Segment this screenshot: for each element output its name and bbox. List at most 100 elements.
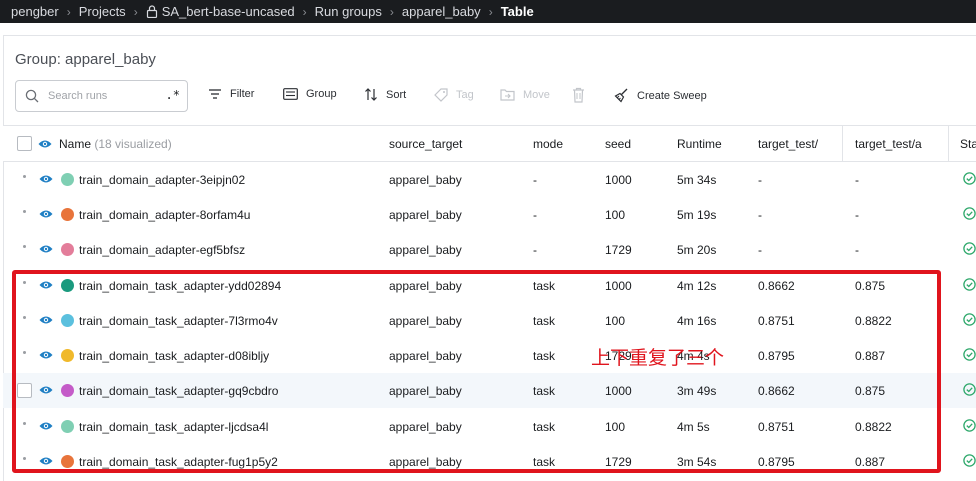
column-header-state[interactable]: Sta — [960, 137, 976, 151]
row-drag-handle[interactable] — [23, 245, 26, 248]
page-title: Group: apparel_baby — [15, 51, 156, 68]
table-row[interactable]: train_domain_task_adapter-fug1p5y2 appare… — [3, 444, 976, 479]
eye-icon[interactable] — [39, 385, 53, 395]
column-header-runtime[interactable]: Runtime — [677, 137, 722, 151]
finished-status-icon — [963, 278, 976, 291]
sort-button[interactable]: Sort — [364, 88, 406, 101]
run-color-dot[interactable] — [61, 349, 74, 362]
search-input[interactable] — [48, 90, 158, 102]
eye-icon[interactable] — [39, 209, 53, 219]
run-name-link[interactable]: train_domain_task_adapter-ljcdsa4l — [79, 420, 268, 434]
column-header-name[interactable]: Name (18 visualized) — [59, 137, 172, 151]
row-drag-handle[interactable] — [23, 351, 26, 354]
finished-status-icon — [963, 348, 976, 361]
tag-button[interactable]: Tag — [434, 88, 474, 102]
column-header-mode[interactable]: mode — [533, 137, 563, 151]
filter-button[interactable]: Filter — [208, 88, 254, 100]
table-row[interactable]: train_domain_adapter-egf5bfsz apparel_bab… — [3, 232, 976, 267]
cell-target-test-2: 0.875 — [855, 279, 886, 293]
table-row[interactable]: train_domain_task_adapter-d08ibljy appare… — [3, 338, 976, 373]
eye-icon[interactable] — [38, 139, 52, 149]
column-header-target-test-2[interactable]: target_test/a — [855, 137, 922, 151]
create-sweep-button[interactable]: Create Sweep — [614, 88, 707, 103]
move-label: Move — [523, 88, 550, 101]
run-color-dot[interactable] — [61, 279, 74, 292]
row-checkbox[interactable] — [17, 383, 32, 398]
column-divider[interactable] — [948, 126, 949, 162]
breadcrumb-project[interactable]: SA_bert-base-uncased — [162, 4, 295, 19]
finished-status-icon — [963, 419, 976, 432]
cell-target-test-1: - — [758, 173, 762, 187]
cell-mode: task — [533, 349, 556, 363]
run-color-dot[interactable] — [61, 173, 74, 186]
table-row[interactable]: train_domain_adapter-3eipjn02 apparel_bab… — [3, 162, 976, 197]
run-color-dot[interactable] — [61, 384, 74, 397]
eye-icon[interactable] — [39, 350, 53, 360]
run-name-link[interactable]: train_domain_task_adapter-7l3rmo4v — [79, 314, 278, 328]
cell-source-target: apparel_baby — [389, 243, 462, 257]
run-name-link[interactable]: train_domain_task_adapter-fug1p5y2 — [79, 455, 278, 469]
trash-icon — [573, 87, 584, 103]
run-name-link[interactable]: train_domain_adapter-egf5bfsz — [79, 243, 245, 257]
cell-target-test-1: 0.8751 — [758, 314, 795, 328]
column-header-seed[interactable]: seed — [605, 137, 631, 151]
row-drag-handle[interactable] — [23, 457, 26, 460]
table-row[interactable]: train_domain_task_adapter-ydd02894 appare… — [3, 268, 976, 303]
row-drag-handle[interactable] — [23, 175, 26, 178]
eye-icon[interactable] — [39, 244, 53, 254]
run-name-link[interactable]: train_domain_task_adapter-ydd02894 — [79, 279, 281, 293]
run-color-dot[interactable] — [61, 208, 74, 221]
filter-icon — [209, 89, 221, 99]
run-color-dot[interactable] — [61, 420, 74, 433]
regex-label: .* — [165, 88, 180, 102]
eye-icon[interactable] — [39, 174, 53, 184]
column-header-target-test-1[interactable]: target_test/ — [758, 137, 818, 151]
cell-mode: task — [533, 384, 556, 398]
move-button[interactable]: Move — [500, 88, 550, 101]
run-color-dot[interactable] — [61, 455, 74, 468]
table-row[interactable]: train_domain_task_adapter-gq9cbdro appare… — [3, 373, 976, 408]
search-box[interactable]: .* — [15, 80, 188, 112]
row-drag-handle[interactable] — [23, 281, 26, 284]
cell-source-target: apparel_baby — [389, 314, 462, 328]
group-button[interactable]: Group — [283, 88, 337, 100]
eye-icon[interactable] — [39, 315, 53, 325]
breadcrumb-projects[interactable]: Projects — [79, 4, 126, 19]
table-row[interactable]: train_domain_task_adapter-7l3rmo4v appare… — [3, 303, 976, 338]
cell-mode: task — [533, 279, 556, 293]
run-color-dot[interactable] — [61, 314, 74, 327]
table-row[interactable]: train_domain_task_adapter-ljcdsa4l appare… — [3, 409, 976, 444]
run-name-link[interactable]: train_domain_adapter-3eipjn02 — [79, 173, 245, 187]
cell-target-test-1: 0.8751 — [758, 420, 795, 434]
cell-target-test-2: 0.887 — [855, 455, 886, 469]
sort-icon — [365, 88, 377, 101]
eye-icon[interactable] — [39, 280, 53, 290]
run-color-dot[interactable] — [61, 243, 74, 256]
cell-source-target: apparel_baby — [389, 384, 462, 398]
select-all-checkbox[interactable] — [17, 136, 32, 151]
breadcrumb-current-view: Table — [500, 4, 534, 19]
cell-runtime: 4m 12s — [677, 279, 717, 293]
delete-button[interactable] — [572, 87, 593, 103]
group-label: Group — [306, 88, 337, 100]
eye-icon[interactable] — [39, 421, 53, 431]
row-drag-handle[interactable] — [23, 210, 26, 213]
run-name-link[interactable]: train_domain_adapter-8orfam4u — [79, 208, 250, 222]
finished-status-icon — [963, 383, 976, 396]
eye-icon[interactable] — [39, 456, 53, 466]
breadcrumb-run-groups[interactable]: Run groups — [315, 4, 382, 19]
cell-seed: 1729 — [605, 455, 632, 469]
regex-toggle[interactable]: .* — [166, 88, 180, 102]
cell-runtime: 5m 19s — [677, 208, 717, 222]
table-row[interactable]: train_domain_adapter-8orfam4u apparel_bab… — [3, 197, 976, 232]
breadcrumb-group[interactable]: apparel_baby — [402, 4, 481, 19]
row-drag-handle[interactable] — [23, 316, 26, 319]
run-name-link[interactable]: train_domain_task_adapter-d08ibljy — [79, 349, 269, 363]
row-drag-handle[interactable] — [23, 422, 26, 425]
cell-target-test-1: 0.8662 — [758, 279, 795, 293]
column-divider[interactable] — [842, 126, 843, 162]
cell-runtime: 4m 16s — [677, 314, 717, 328]
run-name-link[interactable]: train_domain_task_adapter-gq9cbdro — [79, 384, 278, 398]
column-header-source-target[interactable]: source_target — [389, 137, 462, 151]
breadcrumb-user[interactable]: pengber — [11, 4, 59, 19]
